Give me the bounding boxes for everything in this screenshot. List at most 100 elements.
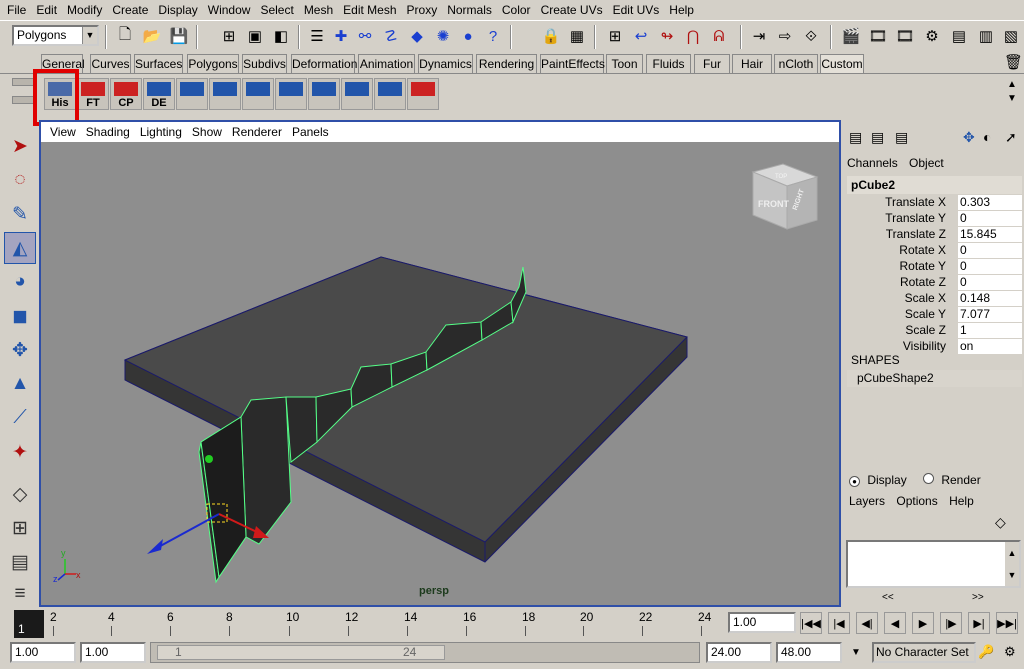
attribute-editor-icon[interactable]: ▥ <box>975 25 997 47</box>
nav-left[interactable]: << <box>882 592 894 603</box>
render-radio[interactable]: Render <box>923 473 981 487</box>
shelf-tab-hair[interactable]: Hair <box>732 54 772 73</box>
shelf-tab-toon[interactable]: Toon <box>606 54 643 73</box>
menu-file[interactable]: File <box>2 0 31 20</box>
select-tool-icon[interactable]: ➤ <box>4 130 36 162</box>
uv-shell-icon[interactable] <box>341 78 373 110</box>
shelf-scroll[interactable]: ▲ ▼ <box>1003 78 1021 114</box>
sphere-icon[interactable]: ● <box>457 25 479 47</box>
end-time-field[interactable]: 48.00 <box>776 642 842 663</box>
menu-create-uvs[interactable]: Create UVs <box>536 0 608 20</box>
trash-icon[interactable]: 🗑 <box>1004 53 1023 71</box>
shading-icon[interactable]: ◐ <box>983 129 991 145</box>
selection-mask-icon[interactable]: ☰ <box>306 25 328 47</box>
cut-uv-icon[interactable] <box>374 78 406 110</box>
shelf-tab-surfaces[interactable]: Surfaces <box>134 54 183 73</box>
attribute-row[interactable]: Scale Z 1 <box>847 323 1022 339</box>
shelf-tab-rendering[interactable]: Rendering <box>476 54 537 73</box>
range-slider-handle[interactable] <box>157 645 445 660</box>
rotate-tool-icon[interactable]: ◕ <box>4 266 36 298</box>
magnet-icon[interactable]: ⋂ <box>682 25 704 47</box>
go-to-start-icon[interactable]: |◀◀ <box>800 612 822 634</box>
menu-edit[interactable]: Edit <box>31 0 62 20</box>
animation-prefs-icon[interactable]: ⚙ <box>1004 644 1016 660</box>
viewport-menu-shading[interactable]: Shading <box>81 125 135 139</box>
shelf-tab-custom[interactable]: Custom <box>820 54 864 73</box>
sew-uv-icon[interactable] <box>407 78 439 110</box>
shelf-menu-icon[interactable] <box>12 78 34 114</box>
menu-help[interactable]: Help <box>949 494 974 508</box>
attribute-value[interactable]: 0 <box>958 211 1022 226</box>
snap-point-icon[interactable]: ☡ <box>380 25 402 47</box>
menu-normals[interactable]: Normals <box>442 0 497 20</box>
play-forward-icon[interactable]: ▶ <box>912 612 934 634</box>
render-settings-icon[interactable]: ⚙ <box>921 25 943 47</box>
step-back-icon[interactable]: |◀ <box>828 612 850 634</box>
planar-map-icon[interactable] <box>242 78 274 110</box>
attribute-row[interactable]: Translate X 0.303 <box>847 195 1022 211</box>
range-slider[interactable]: 1 24 <box>150 642 700 663</box>
viewport-menu-view[interactable]: View <box>45 125 81 139</box>
render-view-icon[interactable]: 🎬 <box>840 25 862 47</box>
tool-settings-icon[interactable]: ✥ <box>963 129 975 146</box>
viewport-menu-show[interactable]: Show <box>187 125 227 139</box>
last-tool-icon[interactable]: ✦ <box>4 436 36 468</box>
attribute-value[interactable]: 0 <box>958 243 1022 258</box>
lock-icon[interactable]: 🔒 <box>540 25 562 47</box>
chevron-down-icon[interactable]: ▼ <box>846 642 866 663</box>
new-scene-icon[interactable]: 🗋 <box>114 25 136 47</box>
hypershade-icon[interactable]: ▤ <box>948 25 970 47</box>
new-layer-icon[interactable]: ◇ <box>995 514 1006 531</box>
attribute-row[interactable]: Rotate Z 0 <box>847 275 1022 291</box>
help-icon[interactable]: ? <box>482 25 504 47</box>
current-time-field[interactable]: 1.00 <box>728 612 796 633</box>
shelf-tab-ncloth[interactable]: nCloth <box>774 54 818 73</box>
go-to-end-icon[interactable]: ▶▶| <box>996 612 1018 634</box>
menu-set-dropdown[interactable]: Polygons ▼ <box>12 25 99 46</box>
menu-select[interactable]: Select <box>255 0 298 20</box>
start-time-field[interactable]: 1.00 <box>10 642 76 663</box>
attribute-value[interactable]: on <box>958 339 1022 354</box>
menu-modify[interactable]: Modify <box>62 0 107 20</box>
menu-layers[interactable]: Layers <box>849 494 885 508</box>
playback-end-field[interactable]: 24.00 <box>706 642 772 663</box>
key-icon[interactable]: 🔑 <box>978 644 994 660</box>
shelf-tab-curves[interactable]: Curves <box>90 54 131 73</box>
display-radio[interactable]: ● Display <box>849 473 907 487</box>
quick-select-icon[interactable]: ⟐ <box>800 25 822 47</box>
outliner-layout-icon[interactable]: ▤ <box>4 546 36 578</box>
four-view-layout-icon[interactable]: ⊞ <box>4 512 36 544</box>
uv-layout-icon[interactable] <box>176 78 208 110</box>
shape-name[interactable]: pCubeShape2 <box>847 370 1022 387</box>
channel-box-toggle-icon[interactable]: ▧ <box>1000 25 1022 47</box>
menu-window[interactable]: Window <box>203 0 256 20</box>
play-backward-icon[interactable]: ◀ <box>884 612 906 634</box>
attribute-value[interactable]: 0.303 <box>958 195 1022 210</box>
object-name[interactable]: pCube2 <box>847 176 1022 194</box>
select-object-icon[interactable]: ▣ <box>244 25 266 47</box>
snap-curve-icon[interactable]: ⚯ <box>354 25 376 47</box>
attribute-row[interactable]: Rotate X 0 <box>847 243 1022 259</box>
construction-history-icon[interactable]: ↬ <box>656 25 678 47</box>
arrow-icon[interactable]: ➚ <box>1005 129 1017 146</box>
menu-edit-mesh[interactable]: Edit Mesh <box>338 0 401 20</box>
layer-list[interactable]: ▲ ▼ <box>846 540 1021 588</box>
viewport-canvas[interactable]: FRONT RIGHT TOP y x z persp <box>41 142 839 605</box>
graph-editor-layout-icon[interactable]: ≡ <box>4 578 36 610</box>
shelf-tab-animation[interactable]: Animation <box>358 54 415 73</box>
attribute-row[interactable]: Translate Z 15.845 <box>847 227 1022 243</box>
select-by-name-icon[interactable]: ⇨ <box>774 25 796 47</box>
attribute-row[interactable]: Scale Y 7.077 <box>847 307 1022 323</box>
menu-help[interactable]: Help <box>664 0 699 20</box>
current-frame-marker[interactable]: 1 <box>14 610 44 638</box>
menu-mesh[interactable]: Mesh <box>299 0 338 20</box>
single-perspective-layout-icon[interactable]: ◇ <box>4 478 36 510</box>
select-component-icon[interactable]: ◧ <box>270 25 292 47</box>
channelbox-icon[interactable]: ▤ <box>849 129 862 146</box>
step-back-key-icon[interactable]: ◀| <box>856 612 878 634</box>
menu-color[interactable]: Color <box>497 0 536 20</box>
scale-tool-icon[interactable]: ◼ <box>4 300 36 332</box>
ipr-render-icon[interactable]: 🎞 <box>894 25 916 47</box>
snap-grid-icon[interactable]: ✚ <box>330 25 352 47</box>
menu-edit-uvs[interactable]: Edit UVs <box>608 0 665 20</box>
